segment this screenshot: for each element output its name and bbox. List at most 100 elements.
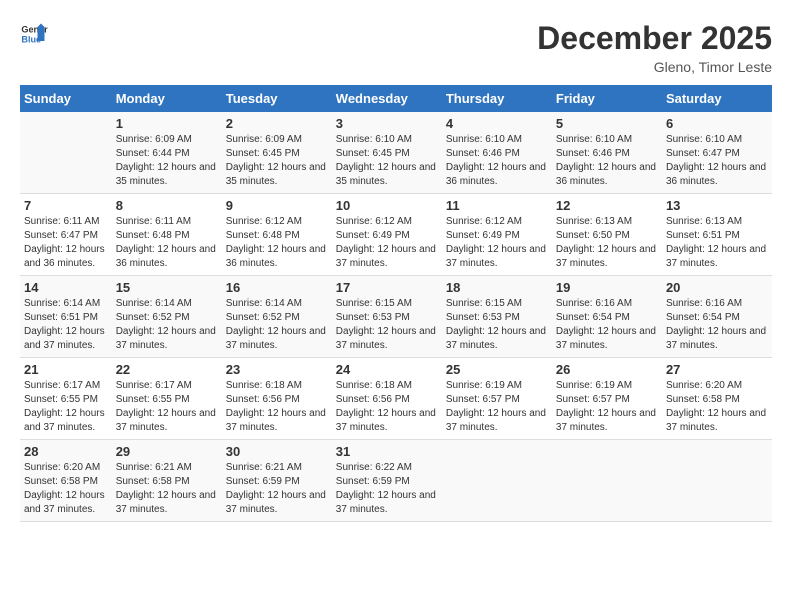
day-info: Sunrise: 6:11 AM Sunset: 6:47 PM Dayligh… xyxy=(24,215,108,271)
day-info: Sunrise: 6:14 AM Sunset: 6:52 PM Dayligh… xyxy=(226,297,328,353)
day-number: 25 xyxy=(446,362,548,377)
calendar-cell: 29 Sunrise: 6:21 AM Sunset: 6:58 PM Dayli… xyxy=(112,440,222,522)
calendar-cell: 10 Sunrise: 6:12 AM Sunset: 6:49 PM Dayli… xyxy=(332,194,442,276)
day-info: Sunrise: 6:10 AM Sunset: 6:46 PM Dayligh… xyxy=(446,133,548,189)
calendar-cell xyxy=(552,440,662,522)
day-info: Sunrise: 6:14 AM Sunset: 6:51 PM Dayligh… xyxy=(24,297,108,353)
day-number: 15 xyxy=(116,280,218,295)
calendar-cell: 31Sunrise: 6:22 AM Sunset: 6:59 PM Dayli… xyxy=(332,440,442,522)
day-number: 19 xyxy=(556,280,658,295)
day-info: Sunrise: 6:10 AM Sunset: 6:47 PM Dayligh… xyxy=(666,133,768,189)
week-row-1: 1Sunrise: 6:09 AM Sunset: 6:44 PM Daylig… xyxy=(20,112,772,194)
logo: General Blue xyxy=(20,20,48,48)
day-info: Sunrise: 6:15 AM Sunset: 6:53 PM Dayligh… xyxy=(446,297,548,353)
day-info: Sunrise: 6:10 AM Sunset: 6:45 PM Dayligh… xyxy=(336,133,438,189)
month-title: December 2025 xyxy=(537,20,772,57)
calendar-cell: 1Sunrise: 6:09 AM Sunset: 6:44 PM Daylig… xyxy=(112,112,222,194)
day-number: 24 xyxy=(336,362,438,377)
calendar-cell: 9 Sunrise: 6:12 AM Sunset: 6:48 PM Daylig… xyxy=(222,194,332,276)
week-row-4: 21 Sunrise: 6:17 AM Sunset: 6:55 PM Dayli… xyxy=(20,358,772,440)
day-number: 22 xyxy=(116,362,218,377)
calendar-cell: 30Sunrise: 6:21 AM Sunset: 6:59 PM Dayli… xyxy=(222,440,332,522)
day-number: 16 xyxy=(226,280,328,295)
day-number: 31 xyxy=(336,444,438,459)
day-header-monday: Monday xyxy=(112,85,222,112)
calendar-cell: 23Sunrise: 6:18 AM Sunset: 6:56 PM Dayli… xyxy=(222,358,332,440)
day-number: 30 xyxy=(226,444,328,459)
day-number: 2 xyxy=(226,116,328,131)
day-info: Sunrise: 6:09 AM Sunset: 6:45 PM Dayligh… xyxy=(226,133,328,189)
day-info: Sunrise: 6:17 AM Sunset: 6:55 PM Dayligh… xyxy=(116,379,218,435)
day-info: Sunrise: 6:16 AM Sunset: 6:54 PM Dayligh… xyxy=(556,297,658,353)
day-number: 21 xyxy=(24,362,108,377)
day-number: 20 xyxy=(666,280,768,295)
day-number: 13 xyxy=(666,198,768,213)
day-number: 3 xyxy=(336,116,438,131)
day-number: 28 xyxy=(24,444,108,459)
calendar-cell xyxy=(20,112,112,194)
day-number: 14 xyxy=(24,280,108,295)
calendar-cell: 2 Sunrise: 6:09 AM Sunset: 6:45 PM Daylig… xyxy=(222,112,332,194)
day-number: 23 xyxy=(226,362,328,377)
calendar-cell: 25 Sunrise: 6:19 AM Sunset: 6:57 PM Dayli… xyxy=(442,358,552,440)
day-info: Sunrise: 6:12 AM Sunset: 6:48 PM Dayligh… xyxy=(226,215,328,271)
calendar-cell: 28 Sunrise: 6:20 AM Sunset: 6:58 PM Dayli… xyxy=(20,440,112,522)
day-number: 4 xyxy=(446,116,548,131)
day-info: Sunrise: 6:20 AM Sunset: 6:58 PM Dayligh… xyxy=(24,461,108,517)
day-number: 5 xyxy=(556,116,658,131)
day-info: Sunrise: 6:21 AM Sunset: 6:58 PM Dayligh… xyxy=(116,461,218,517)
day-number: 29 xyxy=(116,444,218,459)
calendar-cell: 8 Sunrise: 6:11 AM Sunset: 6:48 PM Daylig… xyxy=(112,194,222,276)
day-info: Sunrise: 6:13 AM Sunset: 6:50 PM Dayligh… xyxy=(556,215,658,271)
day-header-friday: Friday xyxy=(552,85,662,112)
calendar-cell: 21 Sunrise: 6:17 AM Sunset: 6:55 PM Dayli… xyxy=(20,358,112,440)
calendar-cell: 13 Sunrise: 6:13 AM Sunset: 6:51 PM Dayli… xyxy=(662,194,772,276)
day-info: Sunrise: 6:20 AM Sunset: 6:58 PM Dayligh… xyxy=(666,379,768,435)
day-info: Sunrise: 6:10 AM Sunset: 6:46 PM Dayligh… xyxy=(556,133,658,189)
calendar-cell: 26 Sunrise: 6:19 AM Sunset: 6:57 PM Dayli… xyxy=(552,358,662,440)
calendar-cell: 18 Sunrise: 6:15 AM Sunset: 6:53 PM Dayli… xyxy=(442,276,552,358)
day-info: Sunrise: 6:12 AM Sunset: 6:49 PM Dayligh… xyxy=(336,215,438,271)
day-info: Sunrise: 6:18 AM Sunset: 6:56 PM Dayligh… xyxy=(336,379,438,435)
day-header-tuesday: Tuesday xyxy=(222,85,332,112)
day-number: 11 xyxy=(446,198,548,213)
page-header: General Blue December 2025 Gleno, Timor … xyxy=(20,20,772,75)
day-info: Sunrise: 6:19 AM Sunset: 6:57 PM Dayligh… xyxy=(446,379,548,435)
calendar-cell: 24 Sunrise: 6:18 AM Sunset: 6:56 PM Dayli… xyxy=(332,358,442,440)
day-info: Sunrise: 6:12 AM Sunset: 6:49 PM Dayligh… xyxy=(446,215,548,271)
calendar-cell: 7Sunrise: 6:11 AM Sunset: 6:47 PM Daylig… xyxy=(20,194,112,276)
day-info: Sunrise: 6:13 AM Sunset: 6:51 PM Dayligh… xyxy=(666,215,768,271)
calendar-cell: 14 Sunrise: 6:14 AM Sunset: 6:51 PM Dayli… xyxy=(20,276,112,358)
day-info: Sunrise: 6:14 AM Sunset: 6:52 PM Dayligh… xyxy=(116,297,218,353)
calendar-table: SundayMondayTuesdayWednesdayThursdayFrid… xyxy=(20,85,772,522)
day-info: Sunrise: 6:11 AM Sunset: 6:48 PM Dayligh… xyxy=(116,215,218,271)
day-info: Sunrise: 6:17 AM Sunset: 6:55 PM Dayligh… xyxy=(24,379,108,435)
day-header-wednesday: Wednesday xyxy=(332,85,442,112)
week-row-2: 7Sunrise: 6:11 AM Sunset: 6:47 PM Daylig… xyxy=(20,194,772,276)
day-number: 18 xyxy=(446,280,548,295)
day-number: 9 xyxy=(226,198,328,213)
day-info: Sunrise: 6:19 AM Sunset: 6:57 PM Dayligh… xyxy=(556,379,658,435)
calendar-cell xyxy=(662,440,772,522)
calendar-cell: 20Sunrise: 6:16 AM Sunset: 6:54 PM Dayli… xyxy=(662,276,772,358)
day-number: 10 xyxy=(336,198,438,213)
day-header-sunday: Sunday xyxy=(20,85,112,112)
calendar-cell: 19 Sunrise: 6:16 AM Sunset: 6:54 PM Dayli… xyxy=(552,276,662,358)
title-block: December 2025 Gleno, Timor Leste xyxy=(537,20,772,75)
day-number: 6 xyxy=(666,116,768,131)
calendar-cell: 6 Sunrise: 6:10 AM Sunset: 6:47 PM Daylig… xyxy=(662,112,772,194)
day-number: 8 xyxy=(116,198,218,213)
calendar-cell: 3 Sunrise: 6:10 AM Sunset: 6:45 PM Daylig… xyxy=(332,112,442,194)
day-number: 12 xyxy=(556,198,658,213)
week-row-3: 14 Sunrise: 6:14 AM Sunset: 6:51 PM Dayli… xyxy=(20,276,772,358)
calendar-cell: 27 Sunrise: 6:20 AM Sunset: 6:58 PM Dayli… xyxy=(662,358,772,440)
location: Gleno, Timor Leste xyxy=(537,59,772,75)
header-row: SundayMondayTuesdayWednesdayThursdayFrid… xyxy=(20,85,772,112)
day-info: Sunrise: 6:15 AM Sunset: 6:53 PM Dayligh… xyxy=(336,297,438,353)
day-number: 27 xyxy=(666,362,768,377)
calendar-cell: 17Sunrise: 6:15 AM Sunset: 6:53 PM Dayli… xyxy=(332,276,442,358)
calendar-cell: 22 Sunrise: 6:17 AM Sunset: 6:55 PM Dayli… xyxy=(112,358,222,440)
calendar-cell: 16 Sunrise: 6:14 AM Sunset: 6:52 PM Dayli… xyxy=(222,276,332,358)
day-header-saturday: Saturday xyxy=(662,85,772,112)
day-number: 26 xyxy=(556,362,658,377)
